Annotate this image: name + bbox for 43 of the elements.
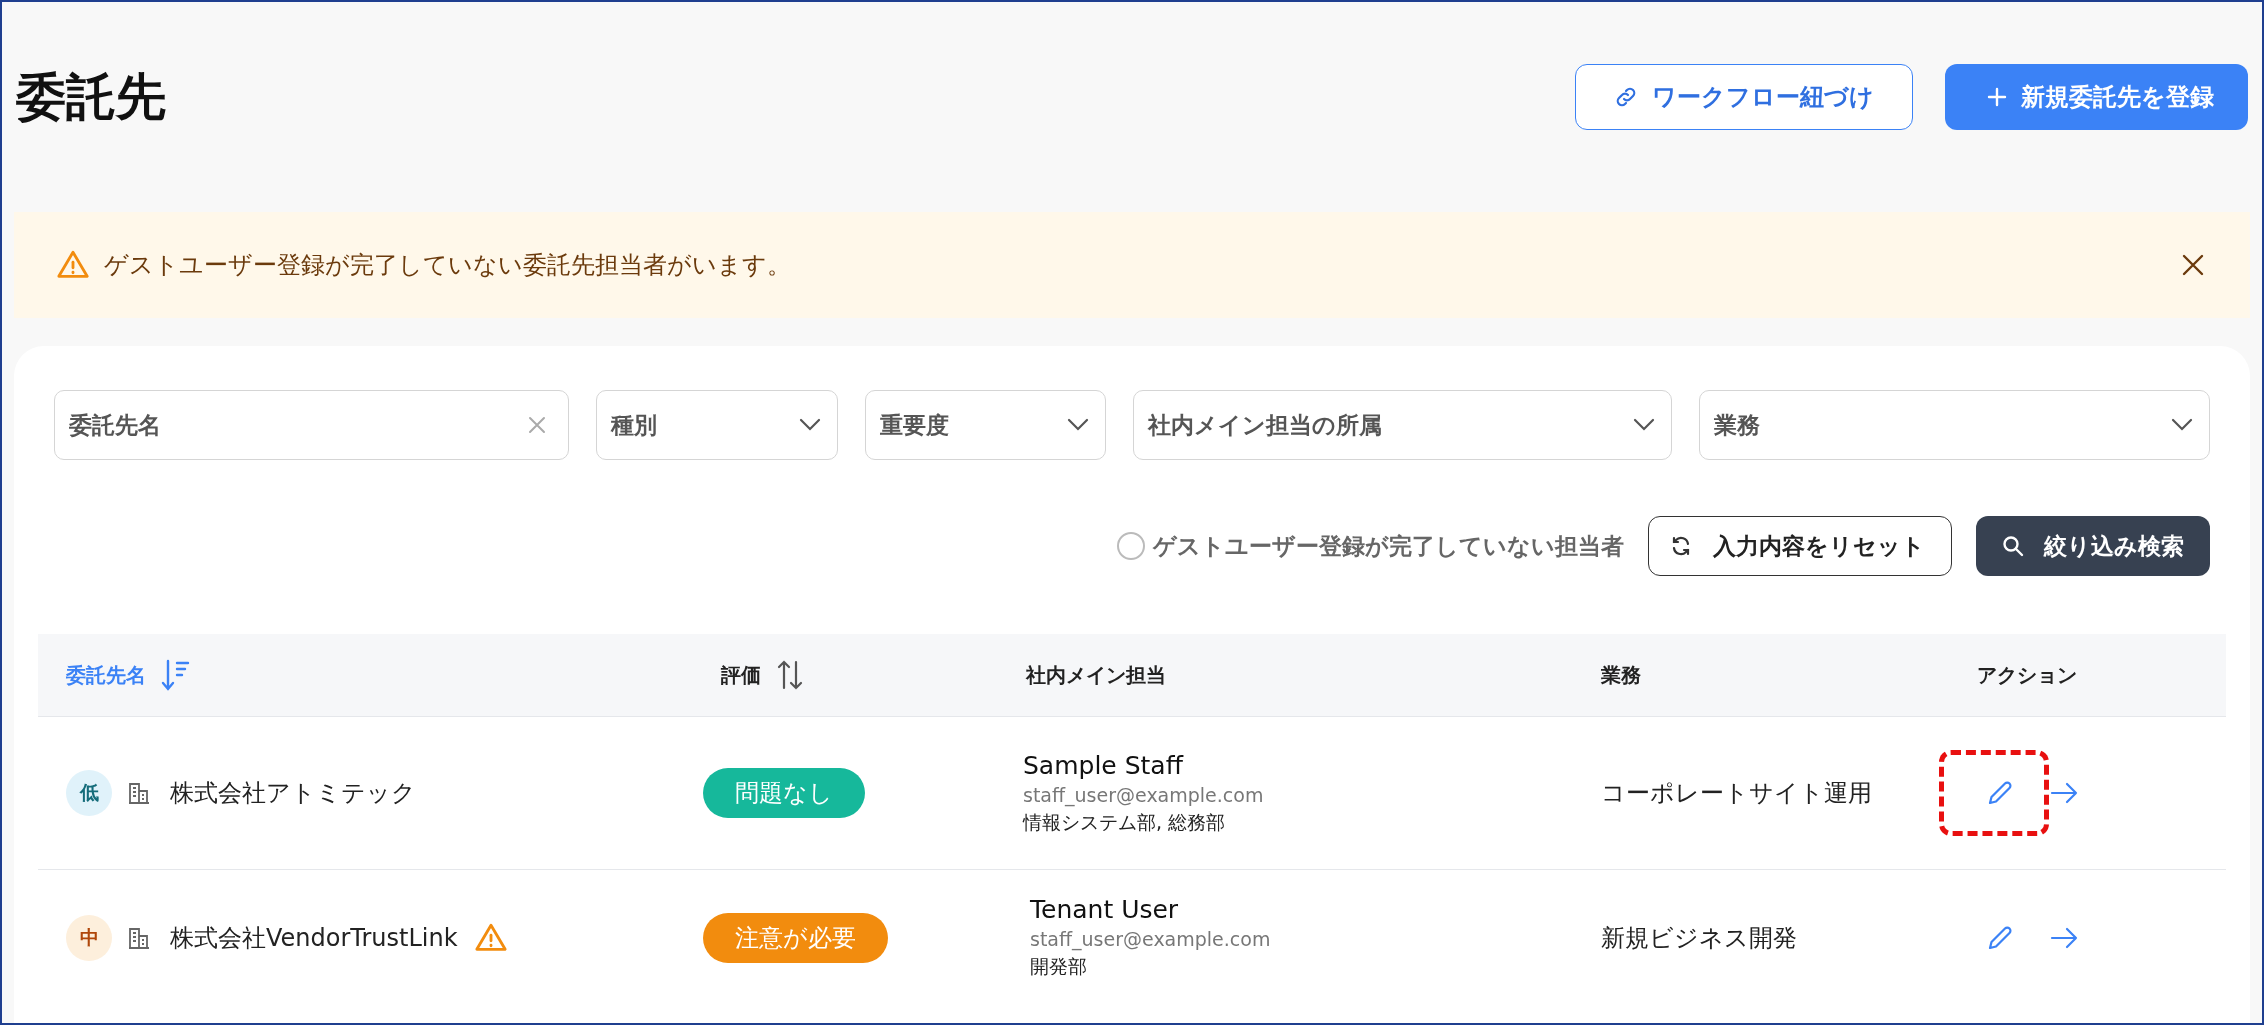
- select-field[interactable]: 業務: [1699, 390, 2210, 460]
- staff-name: Sample Staff: [1023, 750, 1185, 780]
- workflow-link-button[interactable]: ワークフロー紐づけ: [1575, 64, 1913, 130]
- business-cell-text: コーポレートサイト運用: [1600, 778, 1873, 809]
- priority-badge: 低: [66, 770, 112, 816]
- column-header: 業務: [1601, 661, 1641, 689]
- vendor-name: 株式会社VendorTrustLink: [170, 922, 458, 954]
- staff-department: 情報システム部, 総務部: [1023, 809, 1227, 835]
- rating-badge: 問題なし: [703, 768, 865, 818]
- sort-descending-icon[interactable]: [160, 658, 190, 692]
- link-icon: [1614, 85, 1638, 109]
- column-header: 社内メイン担当: [1026, 661, 1166, 689]
- staff-department: 開発部: [1030, 954, 1088, 979]
- close-button[interactable]: [2180, 252, 2206, 278]
- vendor-name: 株式会社アトミテック: [170, 778, 416, 809]
- clear-icon[interactable]: [527, 415, 547, 435]
- reset-button[interactable]: 入力内容をリセット: [1648, 516, 1952, 576]
- plus-icon: [1987, 87, 2007, 107]
- select-field[interactable]: 重要度: [864, 390, 1107, 460]
- select-field[interactable]: 種別: [596, 390, 838, 460]
- building-icon: [128, 781, 150, 805]
- chevron-down-icon: [798, 418, 821, 432]
- warning-message: ゲストユーザー登録が完了していない委託先担当者がいます。: [104, 250, 792, 281]
- select-field[interactable]: 社内メイン担当の所属: [1133, 390, 1673, 460]
- search-button[interactable]: 絞り込み検索: [1976, 516, 2210, 576]
- staff-email: staff_user@example.com: [1030, 928, 1272, 950]
- chevron-down-icon: [2171, 418, 2193, 432]
- staff-email: staff_user@example.com: [1023, 783, 1265, 806]
- building-icon: [128, 925, 150, 950]
- rating-badge: 注意が必要: [703, 912, 888, 963]
- priority-badge: 中: [66, 914, 112, 961]
- staff-name: Tenant User: [1030, 895, 1180, 924]
- column-header: アクション: [1977, 661, 2077, 689]
- column-header[interactable]: 評価: [721, 661, 761, 689]
- search-field[interactable]: 委託先名: [54, 390, 569, 460]
- chevron-down-icon: [1633, 418, 1656, 432]
- guest-checkbox[interactable]: ゲストユーザー登録が完了していない担当者: [1117, 530, 1624, 562]
- chevron-down-icon: [1067, 418, 1090, 432]
- register-button[interactable]: 新規委託先を登録: [1945, 64, 2248, 130]
- search-icon: [2002, 535, 2024, 557]
- sort-icon[interactable]: [775, 658, 805, 692]
- page-title: 委託先: [16, 66, 166, 128]
- business-cell-text: 新規ビジネス開発: [1600, 922, 1798, 954]
